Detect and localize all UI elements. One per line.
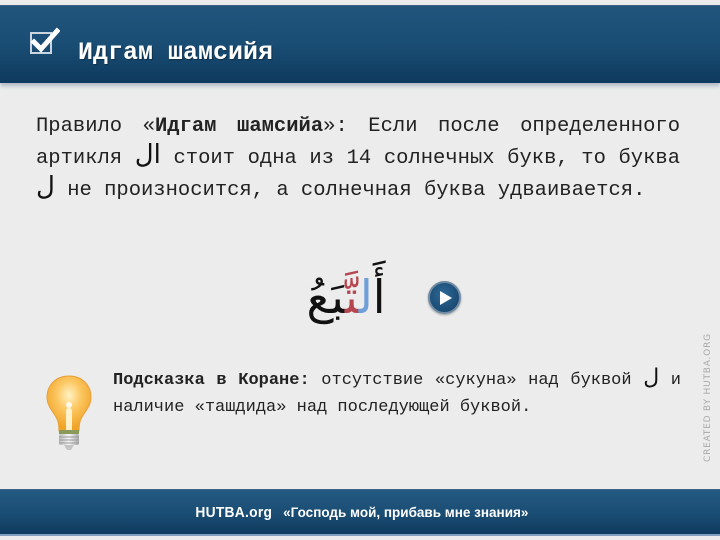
example-rest: بَعُ [306,270,345,324]
credit-watermark: CREATED BY HUTBA.ORG [703,333,713,462]
hint-arabic-lam: ل [643,365,660,390]
arabic-article: ال [134,140,161,170]
play-icon [440,291,452,305]
quote-close: » [323,115,336,138]
quote-open: « [142,115,155,138]
play-audio-button[interactable] [428,281,461,314]
hint-paragraph: Подсказка в Коране: отсутствие «сукуна» … [113,367,681,421]
example-lam: ل [358,270,373,324]
rule-paragraph: Правило «Идгам шамсийа»: Если после опре… [36,111,680,207]
checkbox-checked-icon [30,27,60,54]
header-bar: Идгам шамсийя [0,5,720,83]
rule-ending: не произносится, а солнечная буква удваи… [54,179,646,202]
footer-motto: «Господь мой, прибавь мне знания» [283,504,529,520]
arabic-example-word: أَلتَّبَعُ [296,262,396,342]
rule-after-article: стоит одна из 14 солнечных букв, то букв… [160,147,681,170]
footer-content: HUTBA.org «Господь мой, прибавь мне знан… [0,490,720,534]
arabic-lam: ل [36,172,55,202]
hint-label: Подсказка в Коране: [113,371,310,390]
hint-text-before: отсутствие «сукуна» над буквой [309,371,644,390]
footer-bar: HUTBA.org «Господь мой, прибавь мне знан… [0,489,720,536]
footer-brand: HUTBA.org [194,503,272,521]
rule-prefix: Правило [36,115,143,138]
example-alif: أَ [372,270,386,324]
lightbulb-icon [44,373,94,453]
rule-term: Идгам шамсийа [154,115,324,138]
example-ta: تَّ [344,270,359,324]
page-title: Идгам шамсийя [78,38,274,67]
